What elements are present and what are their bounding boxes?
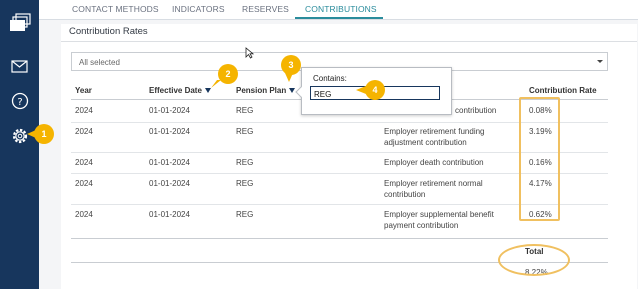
filter-icon[interactable] [289, 88, 296, 94]
cell-effective-date: 01-01-2024 [149, 106, 190, 115]
cell-pension-plan: REG [236, 127, 254, 136]
chevron-down-icon [597, 60, 603, 63]
tab-contributions[interactable]: CONTRIBUTIONS [305, 4, 377, 14]
tab-indicators[interactable]: INDICATORS [172, 4, 225, 14]
cell-contribution-type: Employer death contribution [384, 158, 484, 167]
cell-year: 2024 [75, 210, 93, 219]
cell-pension-plan: REG [236, 179, 254, 188]
cell-contribution-type: Employer retirement normal contribution [384, 179, 483, 199]
callout-pointer [356, 86, 366, 94]
cell-effective-date: 01-01-2024 [149, 210, 190, 219]
mouse-cursor-icon [245, 47, 254, 59]
rate-highlight-box [519, 97, 560, 221]
cell-contribution-type: Employer retirement funding adjustment c… [384, 127, 485, 147]
callout-pointer [27, 130, 36, 138]
divider [61, 41, 637, 42]
sidebar: ? [0, 0, 39, 289]
column-header-label: Effective Date [149, 86, 202, 95]
column-header-pension-plan[interactable]: Pension Plan [236, 86, 296, 95]
cell-contribution-type: Employer supplemental benefit payment co… [384, 210, 494, 230]
section-title: Contribution Rates [69, 26, 148, 37]
callout-badge: 4 [365, 80, 385, 100]
cell-effective-date: 01-01-2024 [149, 179, 190, 188]
column-header-year[interactable]: Year [75, 86, 92, 95]
callout-pointer [285, 73, 293, 82]
main-panel: CONTACT METHODS INDICATORS RESERVES CONT… [39, 0, 638, 289]
cell-year: 2024 [75, 179, 93, 188]
filter-icon[interactable] [204, 88, 211, 94]
callout-badge: 2 [218, 64, 238, 84]
filter-select-value: All selected [79, 58, 120, 67]
active-tab-indicator [295, 17, 383, 19]
cell-year: 2024 [75, 158, 93, 167]
total-highlight-ellipse [498, 244, 570, 276]
column-header-effective-date[interactable]: Effective Date [149, 86, 211, 95]
table-footer-divider [71, 238, 608, 239]
filter-popup-label: Contains: [313, 74, 347, 83]
callout-pointer [211, 80, 221, 88]
help-icon[interactable]: ? [0, 87, 39, 115]
cell-pension-plan: REG [236, 106, 254, 115]
column-header-label: Pension Plan [236, 86, 287, 95]
tab-bar: CONTACT METHODS INDICATORS RESERVES CONT… [39, 0, 638, 20]
folder-icon[interactable] [0, 9, 39, 37]
cell-year: 2024 [75, 127, 93, 136]
cell-pension-plan: REG [236, 158, 254, 167]
tab-contact-methods[interactable]: CONTACT METHODS [72, 4, 159, 14]
svg-text:?: ? [17, 97, 22, 108]
cell-contribution-type: contribution [455, 106, 497, 115]
column-header-contribution-rate[interactable]: Contribution Rate [529, 86, 597, 95]
callout-badge: 3 [281, 55, 301, 75]
callout-badge: 1 [34, 124, 54, 144]
cell-year: 2024 [75, 106, 93, 115]
tab-reserves[interactable]: RESERVES [242, 4, 289, 14]
mail-icon[interactable] [0, 52, 39, 80]
cell-pension-plan: REG [236, 210, 254, 219]
cell-effective-date: 01-01-2024 [149, 127, 190, 136]
cell-effective-date: 01-01-2024 [149, 158, 190, 167]
